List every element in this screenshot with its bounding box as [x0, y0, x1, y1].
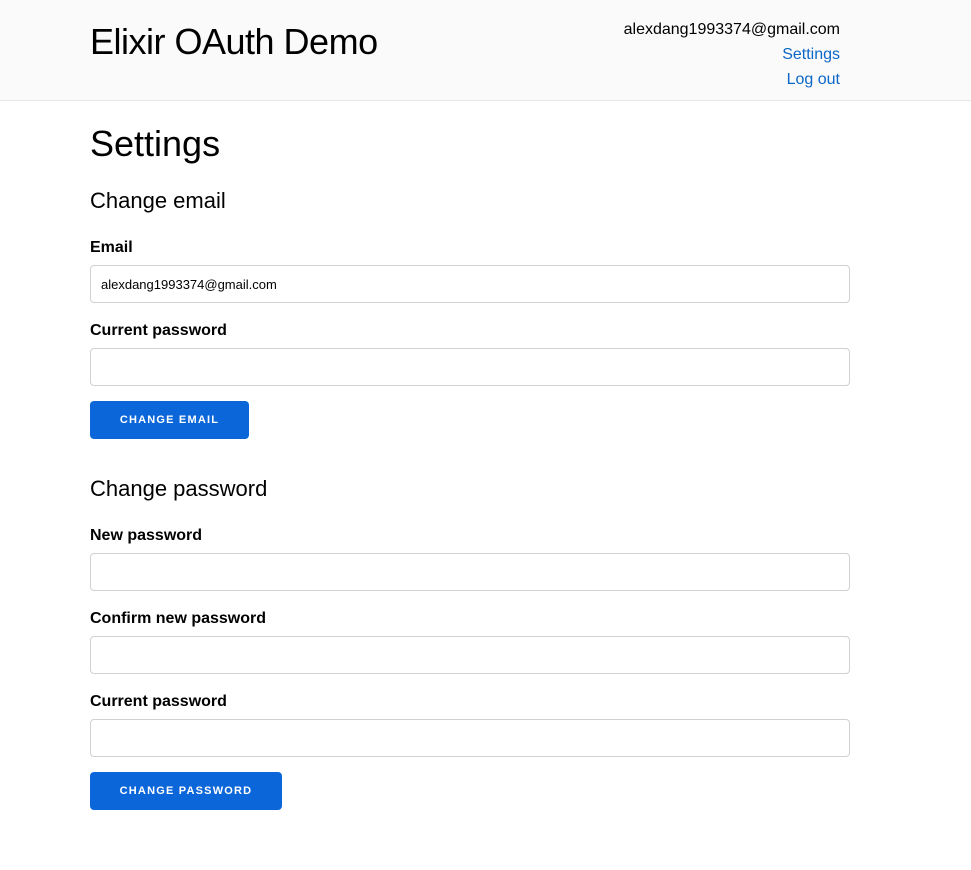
confirm-password-field[interactable] — [90, 636, 850, 674]
confirm-password-label: Confirm new password — [90, 610, 267, 627]
password-current-password-label: Current password — [90, 693, 227, 710]
change-email-button[interactable]: CHANGE EMAIL — [90, 401, 249, 439]
user-nav: alexdang1993374@gmail.com Settings Log o… — [624, 17, 840, 92]
current-user-email: alexdang1993374@gmail.com — [623, 21, 840, 38]
brand-title: Elixir OAuth Demo — [90, 21, 378, 62]
logout-link[interactable]: Log out — [624, 67, 840, 92]
password-current-password-field[interactable] — [90, 719, 850, 757]
change-email-heading: Change email — [90, 188, 226, 213]
change-password-button[interactable]: CHANGE PASSWORD — [90, 772, 282, 810]
settings-link[interactable]: Settings — [624, 42, 840, 67]
new-password-label: New password — [90, 527, 203, 544]
new-password-field[interactable] — [90, 553, 850, 591]
email-current-password-label: Current password — [90, 322, 227, 339]
email-current-password-field[interactable] — [90, 348, 850, 386]
page-title: Settings — [90, 123, 221, 164]
app-header: Elixir OAuth Demo alexdang1993374@gmail.… — [0, 0, 971, 101]
email-field[interactable] — [90, 265, 850, 303]
email-label: Email — [90, 239, 133, 256]
change-password-heading: Change password — [90, 476, 268, 501]
